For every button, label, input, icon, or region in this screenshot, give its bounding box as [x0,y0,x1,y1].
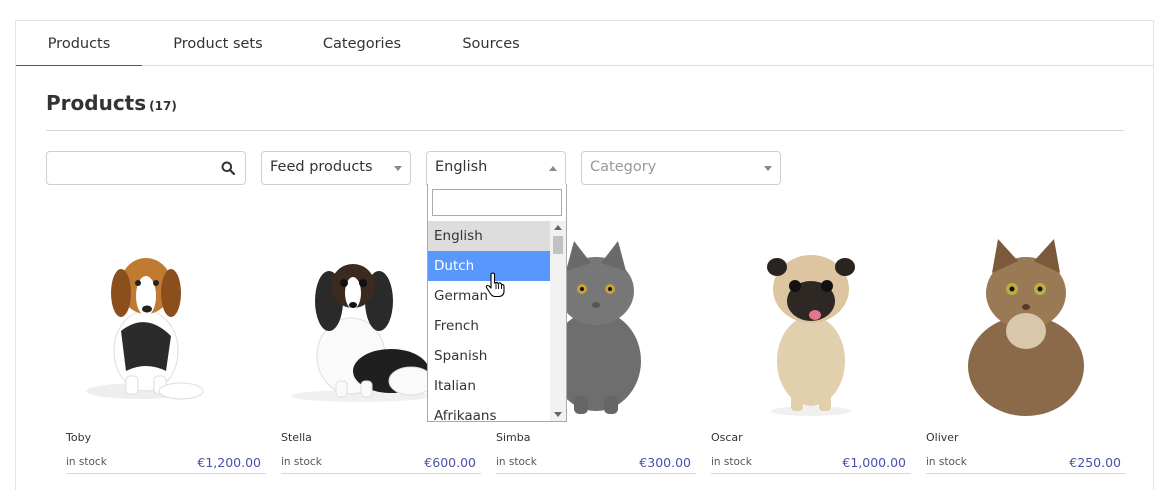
product-name: Oscar [711,431,743,444]
product-card[interactable]: Oliver in stock €250.00 [926,231,1126,474]
product-footer: in stock €1,200.00 [66,455,266,474]
product-name: Toby [66,431,92,444]
beagle-image [86,258,204,400]
tab-categories[interactable]: Categories [306,21,418,65]
product-name: Stella [281,431,312,444]
product-footer: in stock €600.00 [281,455,481,474]
chevron-down-icon [394,166,402,171]
tab-products[interactable]: Products [16,21,142,66]
source-select[interactable]: Feed products [261,151,411,185]
stock-status: in stock [496,456,537,468]
stock-status: in stock [281,456,322,468]
language-option-spanish[interactable]: Spanish [428,341,550,371]
stock-status: in stock [66,456,107,468]
divider [46,130,1124,131]
tab-bar: Products Product sets Categories Sources [16,21,1153,66]
pug-image [767,255,855,416]
stock-status: in stock [711,456,752,468]
chevron-up-icon [549,166,557,171]
language-options-list: English Dutch German French Spanish Ital… [428,221,550,421]
longhair-cat-image [968,239,1084,416]
product-price: €600.00 [424,455,476,470]
product-price: €1,200.00 [197,455,261,470]
product-card[interactable]: Toby in stock €1,200.00 [66,231,266,474]
chevron-down-icon [764,166,772,171]
language-option-afrikaans[interactable]: Afrikaans [428,401,550,421]
dropdown-scrollbar[interactable] [550,221,566,421]
category-select-placeholder: Category [590,159,657,175]
product-price: €1,000.00 [842,455,906,470]
product-footer: in stock €300.00 [496,455,696,474]
page-title: Products (17) [46,91,177,115]
product-price: €250.00 [1069,455,1121,470]
language-search-input[interactable] [432,189,562,216]
scroll-down-arrow-icon[interactable] [554,412,562,417]
product-footer: in stock €1,000.00 [711,455,911,474]
product-name: Oliver [926,431,959,444]
stock-status: in stock [926,456,967,468]
tab-product-sets[interactable]: Product sets [156,21,280,65]
source-select-value: Feed products [270,159,373,175]
search-icon[interactable] [221,161,235,175]
scroll-thumb[interactable] [553,236,563,254]
language-option-english[interactable]: English [428,221,550,251]
page-title-text: Products [46,91,147,115]
product-count: (17) [149,99,177,113]
scroll-up-arrow-icon[interactable] [554,225,562,230]
language-option-italian[interactable]: Italian [428,371,550,401]
products-panel: Products Product sets Categories Sources… [15,20,1154,490]
tab-sources[interactable]: Sources [446,21,536,65]
product-name: Simba [496,431,531,444]
search-input[interactable] [55,158,219,180]
language-option-french[interactable]: French [428,311,550,341]
search-box[interactable] [46,151,246,185]
product-price: €300.00 [639,455,691,470]
product-footer: in stock €250.00 [926,455,1126,474]
language-select-value: English [435,159,488,175]
hand-pointer-icon [485,272,505,298]
category-select[interactable]: Category [581,151,781,185]
language-dropdown: English Dutch German French Spanish Ital… [427,184,567,422]
language-select[interactable]: English [426,151,566,185]
product-card[interactable]: Oscar in stock €1,000.00 [711,231,911,474]
